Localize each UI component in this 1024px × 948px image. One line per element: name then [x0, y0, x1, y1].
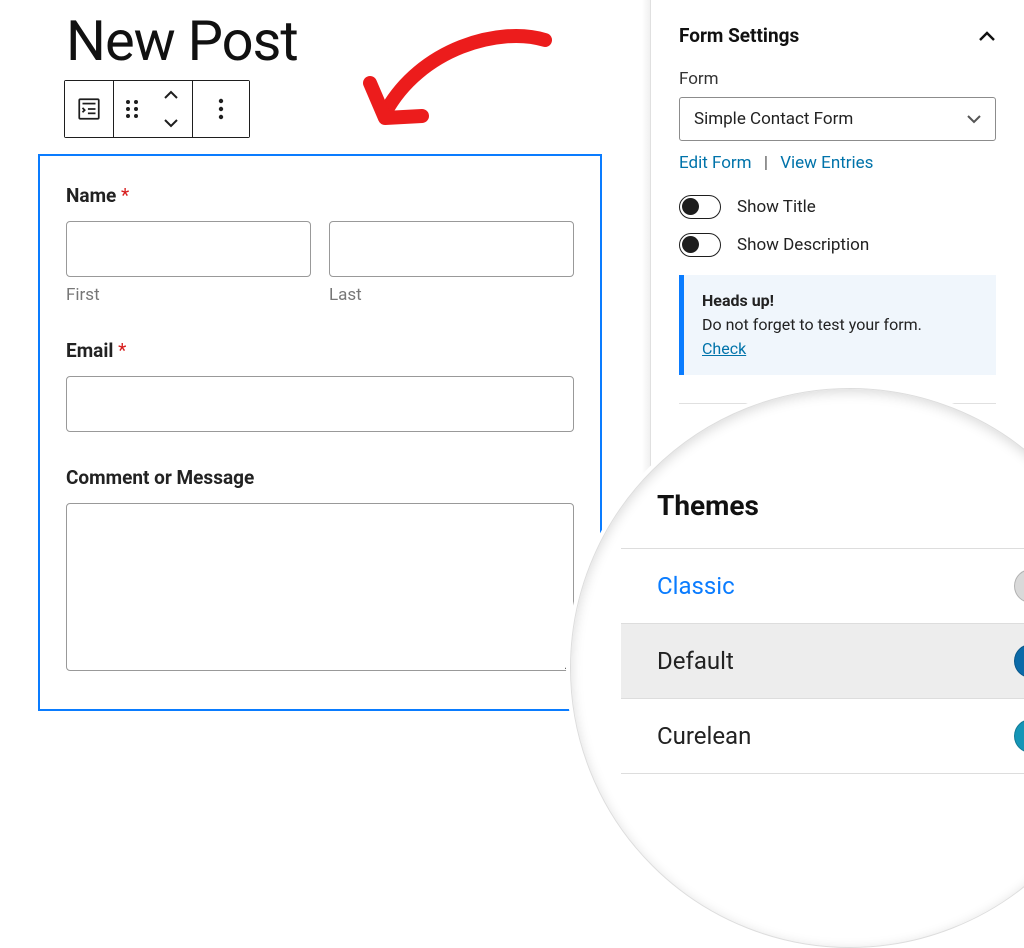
last-sublabel: Last	[329, 285, 574, 305]
drag-handle-button[interactable]	[114, 81, 150, 137]
comment-textarea[interactable]	[66, 503, 574, 671]
form-select[interactable]: Simple Contact Form	[679, 97, 996, 141]
form-select-value: Simple Contact Form	[694, 109, 853, 129]
comment-label: Comment or Message	[66, 466, 574, 489]
email-label: Email *	[66, 339, 574, 362]
chevron-down-icon	[163, 117, 179, 129]
notice-heading: Heads up!	[702, 291, 774, 310]
notice-link[interactable]: Check	[702, 339, 746, 358]
chevron-up-icon	[163, 89, 179, 101]
theme-option[interactable]: Classic	[621, 549, 1024, 624]
color-swatch	[1014, 719, 1024, 753]
theme-option[interactable]: Default	[621, 624, 1024, 699]
view-entries-link[interactable]: View Entries	[780, 153, 873, 173]
color-swatch	[1014, 569, 1024, 603]
email-input[interactable]	[66, 376, 574, 432]
editor-canvas: New Post	[0, 0, 640, 826]
post-title[interactable]: New Post	[66, 8, 612, 74]
last-name-input[interactable]	[329, 221, 574, 277]
theme-name: Classic	[657, 572, 735, 600]
theme-list: Classic Default Curelean	[621, 548, 1024, 774]
block-toolbar	[64, 80, 250, 138]
form-settings-header[interactable]: Form Settings	[651, 0, 1024, 65]
more-options-button[interactable]	[193, 81, 249, 137]
chevron-up-icon	[978, 29, 996, 43]
form-block-icon-button[interactable]	[65, 81, 113, 137]
move-up-button[interactable]	[154, 81, 188, 109]
color-swatch	[1014, 644, 1024, 678]
themes-title: Themes	[657, 489, 1024, 522]
theme-name: Curelean	[657, 722, 751, 750]
first-sublabel: First	[66, 285, 311, 305]
notice-box: Heads up! Do not forget to test your for…	[679, 275, 996, 375]
kebab-icon	[218, 98, 224, 120]
form-links: Edit Form | View Entries	[679, 153, 996, 173]
form-icon	[76, 96, 102, 122]
show-title-label: Show Title	[737, 197, 816, 217]
form-settings-title: Form Settings	[679, 24, 799, 47]
link-separator: |	[764, 153, 768, 173]
show-title-toggle[interactable]	[679, 195, 721, 219]
theme-option[interactable]: Curelean	[621, 699, 1024, 774]
move-down-button[interactable]	[154, 109, 188, 137]
chevron-down-icon	[967, 114, 981, 124]
drag-handle-icon	[123, 98, 141, 120]
theme-swatches	[1014, 719, 1024, 753]
theme-name: Default	[657, 647, 734, 675]
notice-body: Do not forget to test your form.	[702, 315, 922, 334]
theme-swatches	[1014, 569, 1024, 603]
form-block[interactable]: Name * First Last Email * Comment or Mes…	[38, 154, 602, 711]
first-name-input[interactable]	[66, 221, 311, 277]
show-description-toggle[interactable]	[679, 233, 721, 257]
theme-swatches	[1014, 644, 1024, 678]
show-description-label: Show Description	[737, 235, 869, 255]
edit-form-link[interactable]: Edit Form	[679, 153, 752, 173]
form-field-label: Form	[679, 69, 996, 89]
name-label: Name *	[66, 184, 574, 207]
